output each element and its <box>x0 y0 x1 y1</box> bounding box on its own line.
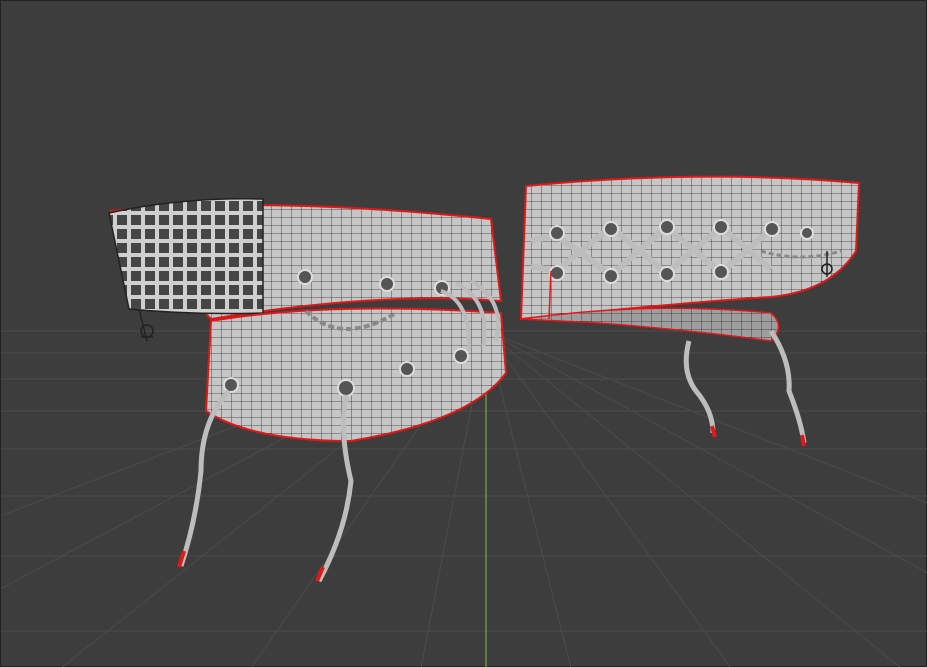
grommet <box>659 219 675 235</box>
grommet <box>603 221 619 237</box>
grommet <box>337 379 355 397</box>
grommet <box>764 221 780 237</box>
lace-tip <box>800 434 806 447</box>
grommet <box>659 266 675 282</box>
grommet <box>800 226 814 240</box>
3d-viewport[interactable] <box>0 0 927 667</box>
grommet <box>713 219 729 235</box>
right-belt-lace-right <box>768 329 807 444</box>
left-corset-belt[interactable] <box>108 198 508 583</box>
right-belt-lace-left <box>683 340 716 434</box>
grommet <box>379 276 395 292</box>
viewport-canvas[interactable] <box>1 1 927 667</box>
grommet <box>297 269 313 285</box>
grommet <box>713 264 729 280</box>
grommet <box>603 268 619 284</box>
grommet <box>549 225 565 241</box>
grommet <box>453 348 469 364</box>
right-corset-belt[interactable] <box>519 175 861 447</box>
left-belt-charm <box>138 308 154 342</box>
grommet <box>223 377 239 393</box>
grommet <box>549 265 565 281</box>
left-belt-mesh-panel <box>108 198 264 315</box>
grommet <box>399 361 415 377</box>
